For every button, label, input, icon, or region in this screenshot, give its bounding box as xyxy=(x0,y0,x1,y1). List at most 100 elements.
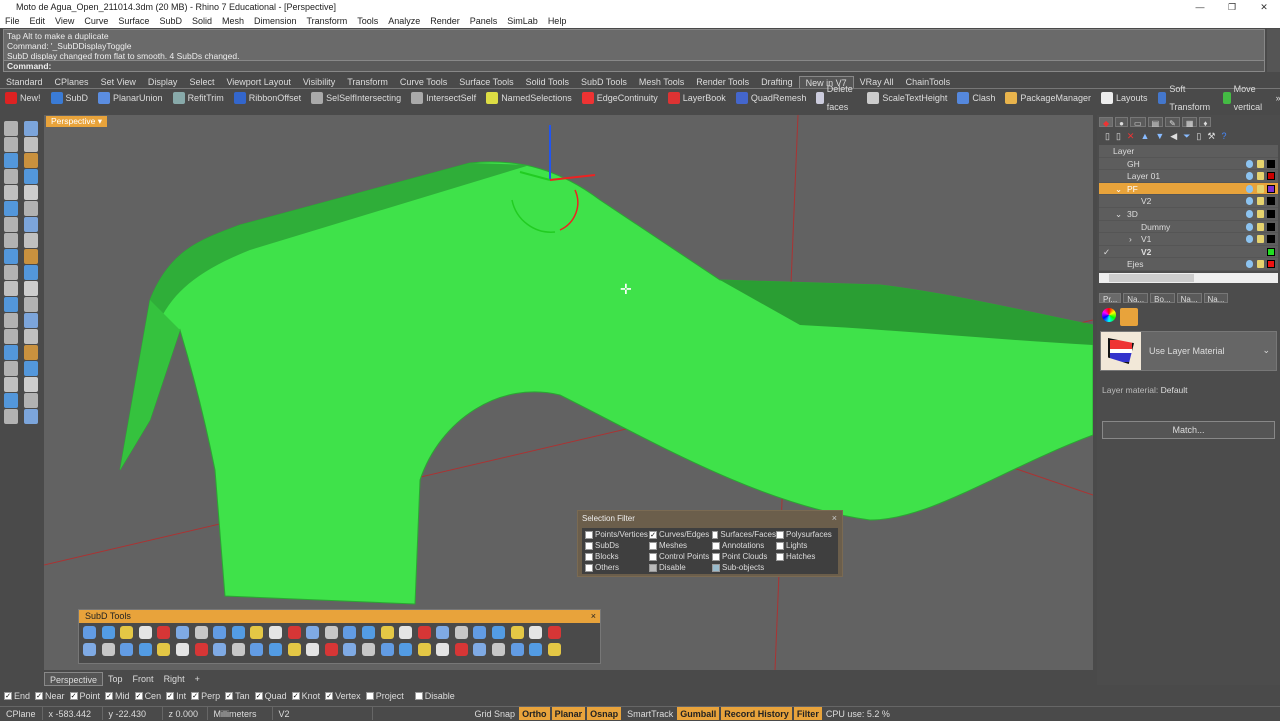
filter-lights[interactable]: Lights xyxy=(776,541,836,551)
osnap-point[interactable]: ✓ Point xyxy=(69,689,100,703)
subd-tool-icon[interactable] xyxy=(250,643,264,656)
expand-icon[interactable]: ⌄ xyxy=(1115,183,1122,196)
subd-tool-icon[interactable] xyxy=(399,643,413,656)
selselfintersecting-button[interactable]: SelSelfIntersecting xyxy=(306,89,406,107)
lightbulb-icon[interactable] xyxy=(1246,184,1253,193)
viewport-perspective[interactable]: ✛ xyxy=(44,115,1093,670)
checkbox[interactable]: ✓ xyxy=(649,531,657,539)
lightbulb-icon[interactable] xyxy=(1246,260,1253,269)
tool-icon[interactable] xyxy=(4,393,18,408)
subd-tool-icon[interactable] xyxy=(380,643,394,656)
checkbox[interactable]: ✓ xyxy=(225,692,234,700)
subd-tool-icon[interactable] xyxy=(268,643,282,656)
tool-icon[interactable] xyxy=(24,329,38,344)
osnap-perp[interactable]: ✓ Perp xyxy=(191,689,220,703)
subd-tool-icon[interactable] xyxy=(231,626,245,639)
osnap-project[interactable]: Project xyxy=(365,689,404,703)
layer-color-swatch[interactable] xyxy=(1267,235,1275,244)
close-icon[interactable]: × xyxy=(832,513,837,523)
lightbulb-icon[interactable] xyxy=(1246,159,1253,168)
checkbox[interactable] xyxy=(585,531,593,539)
tab-mesh-tools[interactable]: Mesh Tools xyxy=(633,76,690,88)
menu-surface[interactable]: Surface xyxy=(113,15,154,28)
subd-tool-icon[interactable] xyxy=(83,626,96,639)
tool-icon[interactable] xyxy=(4,409,18,424)
lock-icon[interactable] xyxy=(1257,235,1264,244)
subd-tool-icon[interactable] xyxy=(380,626,394,639)
subd-tool-icon[interactable] xyxy=(399,626,413,639)
material-properties-icon[interactable] xyxy=(1120,307,1138,326)
viewport-tab-right[interactable]: Right xyxy=(159,672,190,686)
menu-view[interactable]: View xyxy=(50,15,79,28)
layer-color-swatch[interactable] xyxy=(1267,247,1275,256)
tab-solid-tools[interactable]: Solid Tools xyxy=(520,76,575,88)
new-sublayer-icon[interactable]: ▯ xyxy=(1116,131,1121,143)
tool-icon[interactable] xyxy=(24,345,38,360)
osnap-knot[interactable]: ✓ Knot xyxy=(291,689,320,703)
osnap-tan[interactable]: ✓ Tan xyxy=(225,689,250,703)
layer-row[interactable]: Dummy xyxy=(1099,220,1278,234)
layer-row[interactable]: Ejes xyxy=(1099,258,1278,271)
ribbonoffset-button[interactable]: RibbonOffset xyxy=(229,89,306,107)
move-down-icon[interactable]: ▼ xyxy=(1155,131,1164,143)
checkbox[interactable]: ✓ xyxy=(105,692,114,700)
layer-color-swatch[interactable] xyxy=(1267,159,1275,168)
page-icon[interactable]: ▯ xyxy=(1196,131,1201,143)
minimize-button[interactable]: — xyxy=(1184,0,1216,15)
tab-display[interactable]: ▭ xyxy=(1130,117,1146,128)
cplane-label[interactable]: CPlane xyxy=(0,707,43,720)
tool-icon[interactable] xyxy=(4,217,18,232)
layer-row[interactable]: ✓ V2 xyxy=(1099,245,1278,259)
tool-icon[interactable] xyxy=(4,329,18,344)
move-vertical-button[interactable]: Move vertical xyxy=(1218,80,1272,116)
delete-icon[interactable]: ✕ xyxy=(1127,131,1135,143)
layer-row[interactable]: V2 xyxy=(1099,195,1278,208)
checkbox[interactable] xyxy=(585,542,593,550)
subd-tool-icon[interactable] xyxy=(175,643,189,656)
subd-tool-icon[interactable] xyxy=(83,643,96,656)
expand-icon[interactable]: › xyxy=(1129,233,1132,246)
menu-mesh[interactable]: Mesh xyxy=(217,15,249,28)
checkbox[interactable] xyxy=(776,553,784,561)
tab-layers[interactable]: ◆ xyxy=(1099,117,1114,128)
new-layer-icon[interactable]: ▯ xyxy=(1105,131,1110,143)
soft-transform-button[interactable]: Soft Transform xyxy=(1153,80,1219,116)
tab-display[interactable]: Display xyxy=(142,76,184,88)
tab-set-view[interactable]: Set View xyxy=(95,76,142,88)
checkbox[interactable]: ✓ xyxy=(291,692,300,700)
subd-tool-icon[interactable] xyxy=(529,626,543,639)
toggle-planar[interactable]: Planar xyxy=(551,707,586,720)
layer-row[interactable]: ⌄ PF xyxy=(1099,182,1278,196)
subd-tool-icon[interactable] xyxy=(101,643,115,656)
subd-tool-icon[interactable] xyxy=(547,643,561,656)
osnap-quad[interactable]: ✓ Quad xyxy=(254,689,287,703)
menu-dimension[interactable]: Dimension xyxy=(249,15,302,28)
viewport-tab-front[interactable]: Front xyxy=(128,672,159,686)
layer-color-swatch[interactable] xyxy=(1267,172,1275,181)
tool-icon[interactable] xyxy=(24,201,38,216)
match-button[interactable]: Match... xyxy=(1102,420,1275,439)
tab-notes[interactable]: ▦ xyxy=(1181,117,1198,128)
checkbox[interactable] xyxy=(585,553,593,561)
toggle-smarttrack[interactable]: SmartTrack xyxy=(623,707,677,720)
subd-tool-icon[interactable] xyxy=(306,643,320,656)
filter-points-vertices[interactable]: Points/Vertices xyxy=(585,530,649,540)
checkbox[interactable]: ✓ xyxy=(191,692,200,700)
toggle-osnap[interactable]: Osnap xyxy=(587,707,622,720)
checkbox[interactable] xyxy=(712,542,720,550)
tool-icon[interactable] xyxy=(24,169,38,184)
tool-icon[interactable] xyxy=(4,377,18,392)
lock-icon[interactable] xyxy=(1257,197,1264,206)
tool-icon[interactable] xyxy=(4,185,18,200)
layer-color-swatch[interactable] xyxy=(1267,197,1275,206)
subd-tool-icon[interactable] xyxy=(231,643,245,656)
tab-viewport-layout[interactable]: Viewport Layout xyxy=(220,76,296,88)
tab-chaintools[interactable]: ChainTools xyxy=(900,76,957,88)
tab-visibility[interactable]: Visibility xyxy=(297,76,341,88)
subd-tool-icon[interactable] xyxy=(547,626,561,639)
viewport-title[interactable]: Perspective ▾ xyxy=(46,116,108,127)
layouts-button[interactable]: Layouts xyxy=(1096,89,1153,107)
menu-render[interactable]: Render xyxy=(425,15,465,28)
layer-row[interactable]: GH xyxy=(1099,157,1278,171)
properties-tab[interactable]: Na... xyxy=(1203,292,1229,304)
